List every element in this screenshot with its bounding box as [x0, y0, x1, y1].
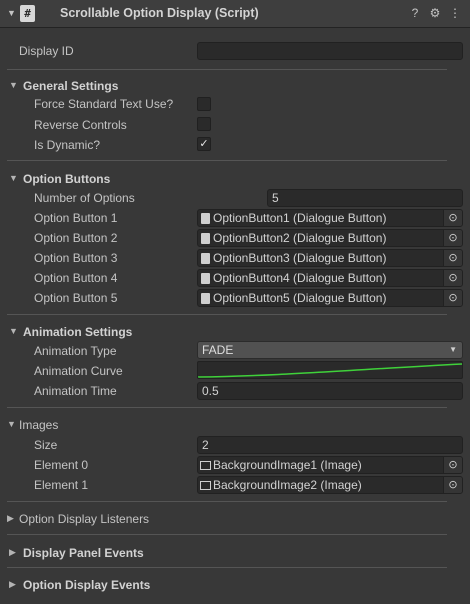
- option-display-events-foldout[interactable]: Option Display Events: [23, 578, 150, 592]
- option-button-value: OptionButton5 (Dialogue Button): [213, 291, 387, 305]
- animation-time-label: Animation Time: [34, 384, 117, 398]
- collapsed-arrow-icon[interactable]: ▶: [9, 579, 19, 590]
- animation-type-value: FADE: [202, 343, 234, 357]
- is-dynamic-checkbox[interactable]: ✓: [197, 137, 211, 151]
- divider: [7, 407, 447, 408]
- image-element-label: Element 1: [34, 478, 89, 492]
- option-button-value: OptionButton2 (Dialogue Button): [213, 231, 387, 245]
- image-icon: [200, 481, 211, 490]
- object-picker-icon[interactable]: ⊙: [443, 477, 462, 493]
- script-icon: [201, 213, 210, 224]
- script-icon: #: [20, 5, 35, 22]
- option-button-label: Option Button 3: [34, 251, 118, 265]
- image-icon: [200, 461, 211, 470]
- reverse-controls-checkbox[interactable]: [197, 117, 211, 131]
- option-button-field[interactable]: OptionButton4 (Dialogue Button) ⊙: [197, 269, 463, 287]
- animation-curve-field[interactable]: [197, 361, 463, 379]
- display-id-field[interactable]: [197, 42, 463, 60]
- object-picker-icon[interactable]: ⊙: [443, 210, 462, 226]
- curve-preview: [198, 363, 462, 378]
- expand-arrow-icon[interactable]: ▼: [7, 419, 17, 429]
- context-menu-icon[interactable]: ⋮: [447, 5, 463, 21]
- force-standard-label: Force Standard Text Use?: [34, 97, 174, 111]
- option-button-label: Option Button 5: [34, 291, 118, 305]
- component-title: Scrollable Option Display (Script): [60, 6, 259, 20]
- option-button-value: OptionButton1 (Dialogue Button): [213, 211, 387, 225]
- force-standard-checkbox[interactable]: [197, 97, 211, 111]
- divider: [7, 567, 447, 568]
- script-icon: [201, 273, 210, 284]
- animation-time-field[interactable]: 0.5: [197, 382, 463, 400]
- collapsed-arrow-icon[interactable]: ▶: [7, 513, 17, 524]
- option-display-listeners-foldout[interactable]: Option Display Listeners: [19, 512, 149, 526]
- number-of-options-label: Number of Options: [34, 191, 135, 205]
- images-size-label: Size: [34, 438, 58, 452]
- option-button-label: Option Button 2: [34, 231, 118, 245]
- component-header[interactable]: ▼ # Scrollable Option Display (Script) ?…: [0, 0, 470, 28]
- images-size-field[interactable]: 2: [197, 436, 463, 454]
- divider: [7, 501, 447, 502]
- preset-icon[interactable]: ⚙: [427, 5, 443, 21]
- divider: [7, 160, 447, 161]
- collapsed-arrow-icon[interactable]: ▶: [9, 547, 19, 558]
- dropdown-arrow-icon: ▼: [449, 345, 457, 354]
- image-element-label: Element 0: [34, 458, 89, 472]
- section-general-settings[interactable]: General Settings: [23, 79, 118, 93]
- image-element-value: BackgroundImage2 (Image): [213, 478, 362, 492]
- option-button-label: Option Button 1: [34, 211, 118, 225]
- number-of-options-field[interactable]: 5: [267, 189, 463, 207]
- divider: [7, 534, 447, 535]
- option-button-field[interactable]: OptionButton5 (Dialogue Button) ⊙: [197, 289, 463, 307]
- animation-type-dropdown[interactable]: FADE ▼: [197, 341, 463, 359]
- object-picker-icon[interactable]: ⊙: [443, 250, 462, 266]
- images-foldout[interactable]: Images: [19, 418, 58, 432]
- animation-curve-label: Animation Curve: [34, 364, 123, 378]
- section-animation-settings[interactable]: Animation Settings: [23, 325, 132, 339]
- object-picker-icon[interactable]: ⊙: [443, 270, 462, 286]
- expand-arrow-icon[interactable]: ▼: [9, 80, 19, 90]
- image-element-field[interactable]: BackgroundImage2 (Image) ⊙: [197, 476, 463, 494]
- option-button-value: OptionButton4 (Dialogue Button): [213, 271, 387, 285]
- object-picker-icon[interactable]: ⊙: [443, 230, 462, 246]
- expand-arrow-icon[interactable]: ▼: [9, 326, 19, 336]
- script-icon: [201, 233, 210, 244]
- script-icon: [201, 253, 210, 264]
- object-picker-icon[interactable]: ⊙: [443, 290, 462, 306]
- display-panel-events-foldout[interactable]: Display Panel Events: [23, 546, 144, 560]
- reverse-controls-label: Reverse Controls: [34, 118, 127, 132]
- option-button-field[interactable]: OptionButton2 (Dialogue Button) ⊙: [197, 229, 463, 247]
- collapse-arrow-icon[interactable]: ▼: [7, 8, 16, 18]
- object-picker-icon[interactable]: ⊙: [443, 457, 462, 473]
- section-option-buttons[interactable]: Option Buttons: [23, 172, 110, 186]
- script-icon: [201, 293, 210, 304]
- divider: [7, 314, 447, 315]
- option-button-label: Option Button 4: [34, 271, 118, 285]
- image-element-value: BackgroundImage1 (Image): [213, 458, 362, 472]
- option-button-value: OptionButton3 (Dialogue Button): [213, 251, 387, 265]
- option-button-field[interactable]: OptionButton3 (Dialogue Button) ⊙: [197, 249, 463, 267]
- animation-type-label: Animation Type: [34, 344, 117, 358]
- image-element-field[interactable]: BackgroundImage1 (Image) ⊙: [197, 456, 463, 474]
- is-dynamic-label: Is Dynamic?: [34, 138, 101, 152]
- display-id-label: Display ID: [19, 44, 74, 58]
- help-icon[interactable]: ?: [407, 5, 423, 21]
- expand-arrow-icon[interactable]: ▼: [9, 173, 19, 183]
- divider: [7, 69, 447, 70]
- option-button-field[interactable]: OptionButton1 (Dialogue Button) ⊙: [197, 209, 463, 227]
